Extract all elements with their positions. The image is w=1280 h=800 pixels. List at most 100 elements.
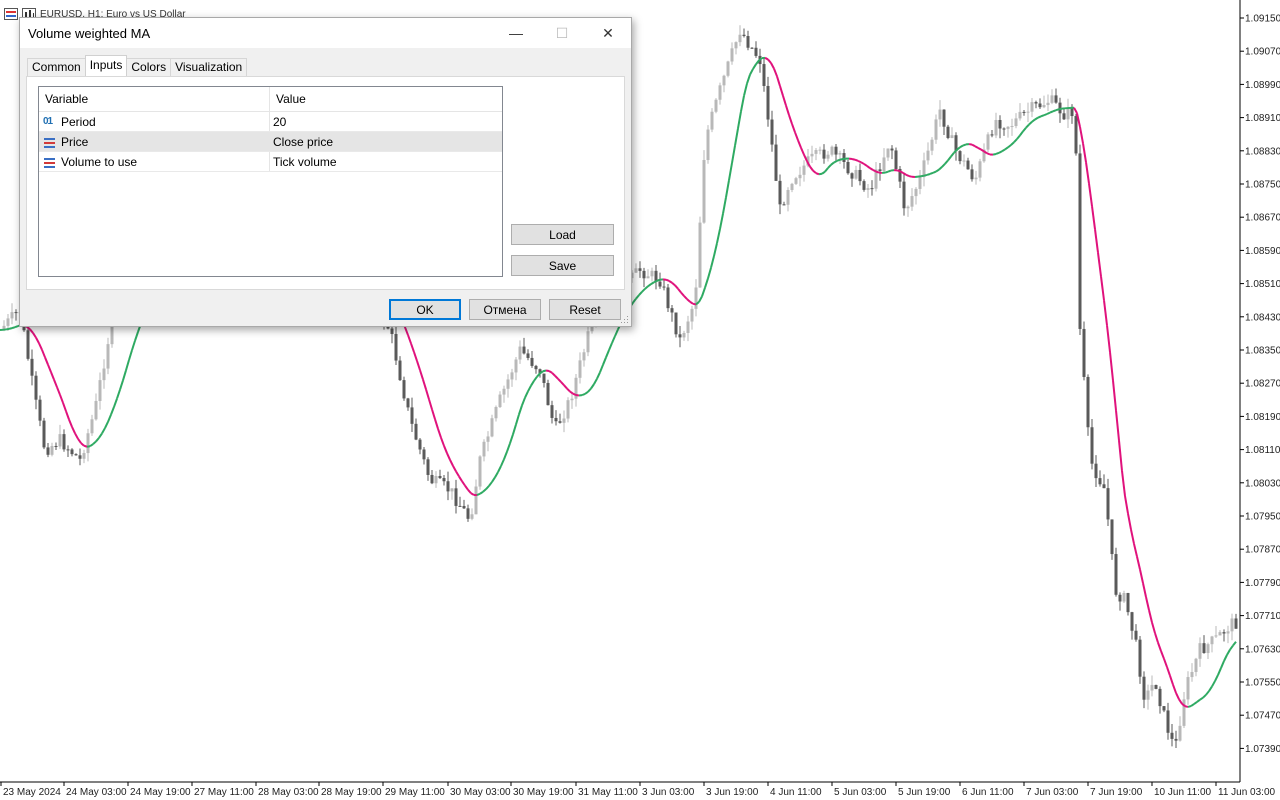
ma-segment (533, 376, 538, 382)
minimize-button[interactable]: — (493, 18, 539, 48)
header-value[interactable]: Value (269, 87, 502, 111)
resize-grip-icon[interactable] (621, 316, 629, 324)
ma-segment (1010, 141, 1015, 146)
dialog-titlebar[interactable]: Volume weighted MA — ☐ ✕ (20, 18, 631, 48)
input-row-volume[interactable]: Volume to use Tick volume (39, 152, 502, 172)
ma-segment (671, 281, 676, 287)
tab-colors[interactable]: Colors (126, 58, 172, 76)
ma-segment (1202, 694, 1207, 699)
candle-body (510, 372, 514, 380)
header-variable[interactable]: Variable (39, 87, 269, 111)
ma-segment (749, 68, 754, 76)
ma-segment (104, 421, 109, 429)
tab-common[interactable]: Common (27, 58, 86, 76)
candle-body (938, 109, 942, 120)
input-row-period[interactable]: 01 Period 20 (39, 112, 502, 132)
ma-segment (506, 443, 511, 452)
row-value-price[interactable]: Close price (269, 132, 502, 151)
ma-segment (974, 145, 979, 149)
ma-segment (416, 360, 421, 371)
ma-segment (797, 139, 802, 149)
load-button[interactable]: Load (511, 224, 614, 245)
cancel-button[interactable]: Отмена (469, 299, 541, 320)
row-variable-label: Period (61, 114, 96, 129)
candle-body (978, 161, 982, 178)
tab-visualization[interactable]: Visualization (170, 58, 248, 76)
ma-segment (869, 167, 874, 171)
ma-segment (557, 378, 562, 383)
ma-segment (488, 481, 493, 487)
ma-segment (827, 164, 832, 169)
candle-body (1194, 658, 1198, 673)
candle-body (14, 312, 18, 314)
ma-segment (1022, 127, 1027, 132)
candle-body (70, 449, 74, 455)
row-value-period[interactable]: 20 (269, 112, 502, 131)
candle-body (1162, 706, 1166, 711)
ma-segment (641, 288, 646, 293)
ma-segment (791, 123, 796, 133)
ma-segment (86, 445, 91, 448)
reset-button[interactable]: Reset (549, 299, 621, 320)
save-button[interactable]: Save (511, 255, 614, 276)
inputs-grid: Variable Value 01 Period 20 Price Close … (38, 86, 503, 277)
candle-body (1078, 153, 1082, 329)
ma-segment (65, 410, 70, 420)
ma-segment (71, 426, 76, 434)
ma-segment (653, 279, 658, 284)
ma-segment (746, 74, 751, 84)
candle-body (490, 418, 494, 437)
candle-body (926, 150, 930, 161)
ma-segment (785, 105, 790, 116)
ma-segment (962, 143, 967, 147)
candle-body (738, 34, 742, 43)
candle-body (586, 331, 590, 353)
candle-body (410, 407, 414, 424)
candle-body (1210, 636, 1214, 645)
candle-body (566, 400, 570, 419)
ma-segment (1103, 300, 1108, 326)
candle-body (558, 421, 562, 423)
close-button[interactable]: ✕ (585, 18, 631, 48)
candle-body (26, 330, 30, 359)
candle-body (502, 388, 506, 395)
ma-segment (773, 68, 778, 77)
input-row-price[interactable]: Price Close price (39, 132, 502, 152)
ma-segment (437, 428, 442, 439)
chart-menu-icon[interactable] (4, 8, 18, 20)
candle-body (1166, 710, 1170, 733)
ma-segment (455, 470, 460, 477)
ma-segment (134, 331, 139, 342)
ma-segment (833, 159, 838, 164)
candle-body (1134, 630, 1138, 640)
candle-body (766, 85, 770, 120)
ma-segment (1229, 644, 1234, 651)
row-variable-label: Price (61, 134, 89, 149)
ma-segment (530, 380, 535, 387)
candle-body (658, 281, 662, 287)
price-label: 1.09070 (1245, 47, 1280, 58)
ma-segment (464, 485, 469, 491)
candle-body (46, 447, 50, 455)
candle-body (946, 126, 950, 138)
row-value-volume[interactable]: Tick volume (269, 152, 502, 171)
candle-body (582, 352, 586, 361)
tab-inputs[interactable]: Inputs (84, 55, 128, 76)
time-label: 28 May 19:00 (321, 787, 382, 798)
ma-segment (947, 155, 952, 161)
candle-body (666, 287, 670, 309)
ma-segment (1007, 144, 1012, 149)
ma-segment (998, 150, 1003, 154)
ma-segment (482, 488, 487, 493)
candle-body (434, 476, 438, 484)
ma-segment (35, 337, 40, 344)
ma-segment (596, 371, 601, 380)
ma-segment (548, 370, 553, 374)
ma-segment (29, 328, 34, 334)
candle-body (942, 109, 946, 127)
ma-segment (815, 172, 820, 176)
candle-body (474, 486, 478, 515)
row-variable-cell: Price (39, 132, 269, 151)
ok-button[interactable]: OK (389, 299, 461, 320)
ma-segment (497, 465, 502, 473)
